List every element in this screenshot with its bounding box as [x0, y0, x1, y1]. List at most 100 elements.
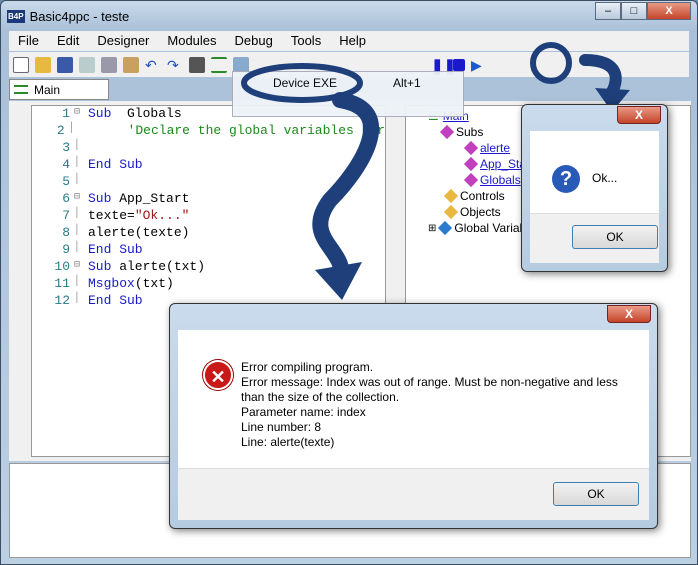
code-token: Globals — [111, 106, 182, 121]
window-title: Basic4ppc - teste — [29, 8, 130, 24]
code-line[interactable]: 11 │ Msgbox(txt) — [32, 276, 385, 293]
paste-icon[interactable] — [123, 56, 139, 73]
code-token: (txt) — [134, 276, 174, 291]
code-line[interactable]: 10 ⊟ Sub alerte(txt) — [32, 259, 385, 276]
new-icon[interactable] — [13, 56, 29, 73]
error-dialog: X ✕ Error compiling program. Error messa… — [169, 303, 658, 529]
module-combo-value: Main — [34, 83, 61, 97]
code-line[interactable]: 4 │ End Sub — [32, 157, 385, 174]
module-combo[interactable]: Main — [9, 79, 109, 100]
menu-edit[interactable]: Edit — [48, 31, 88, 51]
code-token: End Sub — [88, 157, 143, 172]
tree-sub-globals[interactable]: Globals — [480, 173, 521, 187]
tree-sub-alerte[interactable]: alerte — [480, 141, 510, 155]
menu-modules[interactable]: Modules — [158, 31, 225, 51]
code-token: alerte(texte) — [88, 225, 190, 240]
ok-button[interactable]: OK — [553, 482, 639, 506]
cut-icon[interactable] — [101, 56, 117, 73]
error-line: Parameter name: index — [241, 405, 366, 419]
open-icon[interactable] — [35, 56, 51, 73]
sub-icon — [463, 156, 479, 172]
copy-icon[interactable] — [79, 56, 95, 73]
collapse-icon[interactable]: ⊟ — [74, 191, 88, 208]
fold-gutter: │ — [74, 276, 81, 287]
stop-icon[interactable] — [453, 58, 465, 71]
undo-icon[interactable]: ↶ — [145, 57, 161, 73]
menu-file[interactable]: File — [9, 31, 48, 51]
run-icon[interactable]: ▶ — [471, 57, 487, 73]
close-button[interactable]: X — [647, 2, 691, 20]
menu-help[interactable]: Help — [330, 31, 375, 51]
error-line: Line number: 8 — [241, 420, 322, 434]
error-message: Error compiling program. Error message: … — [241, 360, 621, 450]
subs-icon — [439, 124, 455, 140]
fold-gutter: │ — [74, 242, 81, 253]
code-line[interactable]: 8 │ alerte(texte) — [32, 225, 385, 242]
code-text: Sub alerte(txt) — [88, 259, 205, 276]
list-icon[interactable] — [211, 56, 227, 73]
line-number: 9 — [62, 242, 70, 257]
minimize-button[interactable]: – — [595, 2, 621, 20]
code-text: End Sub — [88, 293, 143, 310]
menu-debug[interactable]: Debug — [226, 31, 282, 51]
fold-gutter: │ — [74, 140, 81, 151]
line-number: 8 — [62, 225, 70, 240]
code-line[interactable]: 7 │ texte="Ok..." — [32, 208, 385, 225]
code-text: 'Declare the global variables her — [81, 123, 385, 140]
dialog-close-button[interactable]: X — [607, 305, 651, 323]
code-token: 'Declare the global variables her — [80, 123, 385, 138]
code-line[interactable]: 3 │ — [32, 140, 385, 157]
objects-icon — [443, 204, 459, 220]
collapse-icon[interactable]: ⊟ — [74, 259, 88, 276]
title-bar: B4P Basic4ppc - teste — [7, 6, 129, 26]
menu-tools[interactable]: Tools — [282, 31, 330, 51]
code-token: Sub — [88, 106, 112, 121]
ok-button[interactable]: OK — [572, 225, 658, 249]
code-text: Sub App_Start — [88, 191, 189, 208]
line-number: 5 — [62, 174, 70, 189]
error-line: Error message: Index was out of range. M… — [241, 375, 618, 404]
code-text: Msgbox(txt) — [88, 276, 174, 293]
error-line: Error compiling program. — [241, 360, 374, 374]
tree-controls[interactable]: Controls — [460, 189, 505, 203]
code-token: "Ok..." — [134, 208, 190, 223]
find-icon[interactable] — [189, 56, 205, 73]
code-token: Sub — [88, 191, 112, 206]
expand-icon[interactable]: ⊞ — [428, 223, 436, 234]
line-number: 7 — [62, 208, 70, 223]
sub-icon — [463, 172, 479, 188]
line-number: 1 — [62, 106, 70, 121]
fold-gutter: │ — [74, 293, 81, 304]
code-token: texte= — [88, 208, 135, 223]
maximize-button[interactable]: □ — [621, 2, 647, 20]
code-line[interactable]: 2 │ 'Declare the global variables her — [32, 123, 385, 140]
code-token: alerte(txt) — [111, 259, 206, 274]
code-token: App_Start — [111, 191, 190, 206]
code-text: texte="Ok..." — [88, 208, 189, 225]
menu-item-shortcut: Alt+1 — [393, 76, 421, 90]
line-number: 10 — [54, 259, 70, 274]
code-token: Msgbox — [88, 276, 135, 291]
line-number: 12 — [54, 293, 70, 308]
code-line[interactable]: 9 │ End Sub — [32, 242, 385, 259]
menu-item-device-exe[interactable]: Device EXE — [273, 76, 337, 90]
controls-icon — [443, 188, 459, 204]
code-line[interactable]: 6 ⊟ Sub App_Start — [32, 191, 385, 208]
menu-designer[interactable]: Designer — [88, 31, 158, 51]
question-icon: ? — [552, 165, 580, 193]
line-number: 11 — [54, 276, 70, 291]
fold-gutter: │ — [74, 208, 81, 219]
code-line[interactable]: 5 │ — [32, 174, 385, 191]
dialog-close-button[interactable]: X — [617, 106, 661, 124]
collapse-icon[interactable]: ⊟ — [74, 106, 88, 123]
tree-objects[interactable]: Objects — [460, 205, 501, 219]
app-logo: B4P — [7, 9, 25, 23]
redo-icon[interactable]: ↷ — [167, 57, 183, 73]
globals-icon — [438, 220, 453, 236]
tree-subs[interactable]: Subs — [456, 125, 483, 139]
save-icon[interactable] — [57, 56, 73, 73]
code-text: Sub Globals — [88, 106, 182, 123]
line-number: 3 — [62, 140, 70, 155]
error-line: Line: alerte(texte) — [241, 435, 335, 449]
code-token: Sub — [88, 259, 112, 274]
